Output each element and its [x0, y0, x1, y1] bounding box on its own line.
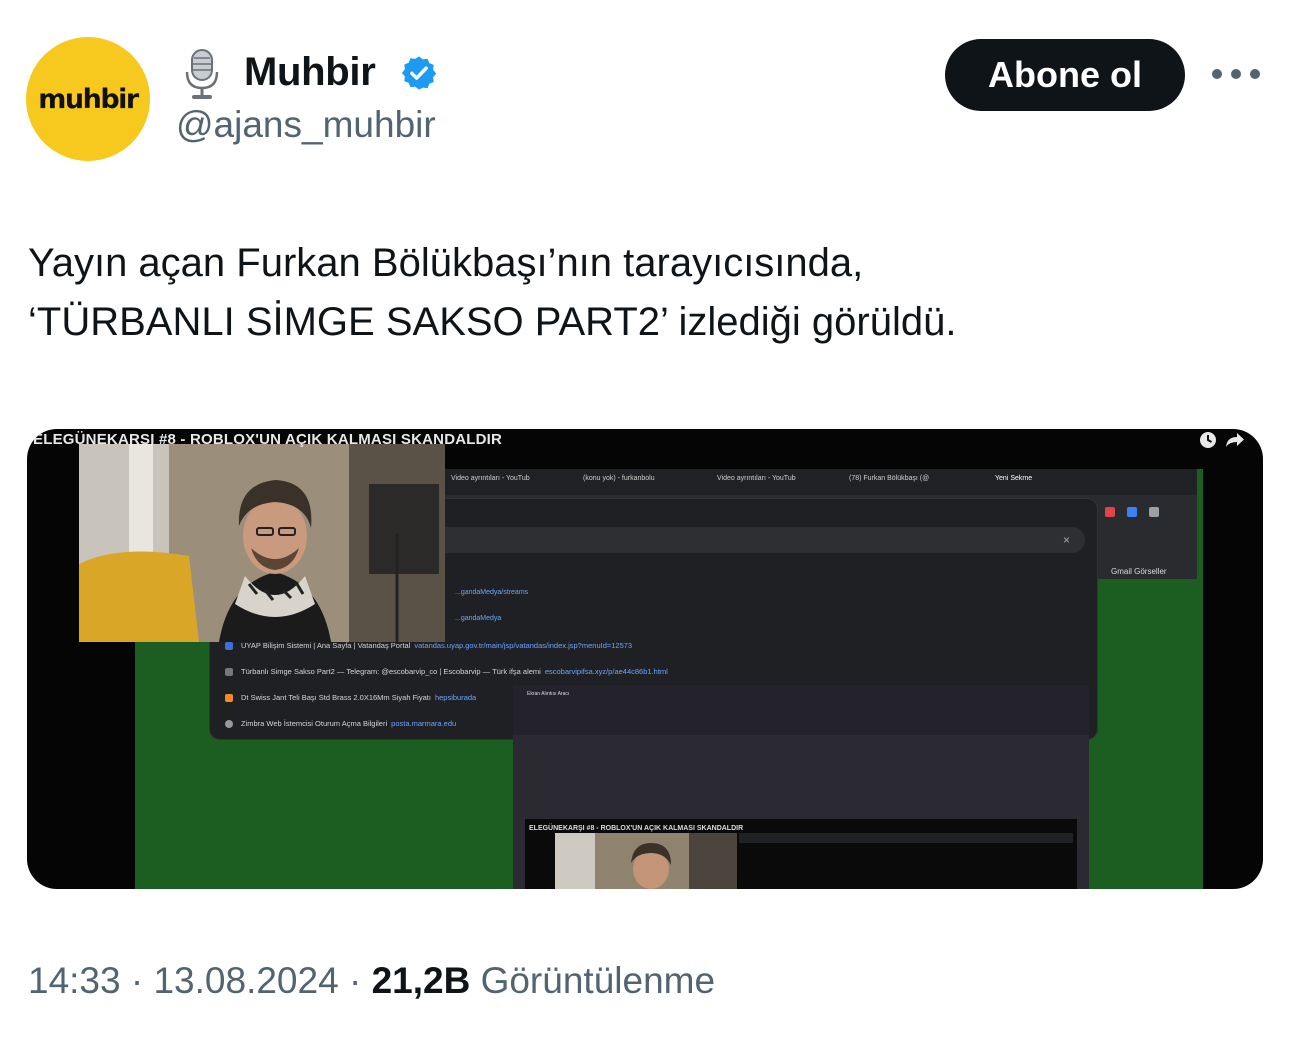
separator: · — [130, 960, 144, 1001]
snipping-tool-window: Ekran Alıntısı Aracı ELEGÜNEKARŞI #8 - R… — [513, 685, 1089, 889]
extension-icon — [1127, 507, 1137, 517]
streamer-webcam-image — [79, 444, 445, 642]
tweet-line-2: ‘TÜRBANLI SİMGE SAKSO PART2’ izlediği gö… — [28, 300, 957, 344]
tweet-text: Yayın açan Furkan Bölükbaşı’nın tarayıcı… — [28, 234, 1248, 352]
views-count: 21,2B — [371, 960, 471, 1001]
browser-tab: Video ayrıntıları - YouTub — [717, 475, 796, 482]
dot — [1231, 69, 1241, 79]
verified-badge-icon — [401, 56, 437, 90]
browser-tab: Video ayrıntıları - YouTub — [451, 475, 530, 482]
tweet-media-video[interactable]: Video ayrıntıları - YouTub (konu yok) - … — [27, 429, 1263, 889]
microphone-icon — [185, 49, 219, 99]
watch-later-icon[interactable] — [1199, 431, 1217, 449]
snipping-tool-toolbar — [513, 685, 1089, 735]
dot — [1250, 69, 1260, 79]
dot — [1212, 69, 1222, 79]
suggestion-url: escobarvipifsa.xyz/p/ae44c86b1.html — [544, 667, 668, 676]
browser-tab: (78) Furkan Bölükbaşı (@ — [849, 475, 930, 482]
suggestion-url: vatandas.uyap.gov.tr/main/jsp/vatandas/i… — [414, 641, 633, 650]
nested-webcam-image — [555, 833, 737, 889]
site-icon — [225, 694, 233, 703]
tweet-line-1: Yayın açan Furkan Bölükbaşı’nın tarayıcı… — [28, 241, 864, 285]
site-icon — [225, 642, 233, 651]
site-icon — [225, 720, 233, 729]
nested-stream-preview: ELEGÜNEKARŞI #8 - ROBLOX'UN AÇIK KALMASI… — [525, 819, 1077, 889]
avatar[interactable]: muhbir — [26, 37, 150, 161]
extension-icon — [1149, 507, 1159, 517]
browser-tab-strip — [437, 469, 1197, 495]
video-title: ELEGÜNEKARŞI #8 - ROBLOX'UN AÇIK KALMASI… — [33, 431, 503, 448]
follow-button[interactable]: Abone ol — [945, 39, 1185, 111]
avatar-logo-text: muhbir — [38, 83, 139, 115]
suggestion-row: UYAP Bilişim Sistemi | Ana Sayfa | Vatan… — [225, 641, 633, 651]
gmail-links: Gmail Görseller — [1111, 567, 1167, 576]
browser-tab: (konu yok) - furkanbolu — [583, 475, 655, 482]
extension-icon — [1105, 507, 1115, 517]
suggestion-url: hepsiburada — [434, 693, 477, 702]
suggestion-title: UYAP Bilişim Sistemi | Ana Sayfa | Vatan… — [241, 641, 411, 650]
tweet-time[interactable]: 14:33 — [28, 960, 121, 1001]
suggestion-title: Zimbra Web İstemcisi Oturum Açma Bilgile… — [241, 719, 388, 728]
nested-browser-strip — [739, 833, 1073, 843]
separator: · — [348, 960, 362, 1001]
suggestion-url: posta.marmara.edu — [391, 719, 457, 728]
share-icon[interactable] — [1225, 431, 1245, 449]
tweet-date[interactable]: 13.08.2024 — [153, 960, 338, 1001]
tweet-metadata: 14:33 · 13.08.2024 · 21,2B Görüntülenme — [28, 960, 715, 1002]
dropdown-link: ...gandaMedya/streams — [455, 589, 529, 596]
nested-video-title: ELEGÜNEKARŞI #8 - ROBLOX'UN AÇIK KALMASI… — [529, 825, 744, 832]
more-options-icon[interactable] — [1212, 60, 1260, 88]
views-label: Görüntülenme — [480, 960, 716, 1001]
webcam-overlay — [79, 444, 445, 642]
suggestion-title: Türbanlı Simge Sakso Part2 — Telegram: @… — [241, 667, 541, 676]
close-icon: × — [1063, 533, 1071, 547]
snipping-tool-title: Ekran Alıntısı Aracı — [527, 691, 570, 697]
suggestion-row: Türbanlı Simge Sakso Part2 — Telegram: @… — [225, 667, 668, 677]
site-icon — [225, 668, 233, 677]
dropdown-link: ...gandaMedya — [455, 615, 502, 622]
suggestion-row: Dt Swiss Jant Teli Başı Std Brass 2.0X16… — [225, 693, 477, 703]
suggestion-row: Zimbra Web İstemcisi Oturum Açma Bilgile… — [225, 719, 457, 729]
user-handle[interactable]: @ajans_muhbir — [176, 104, 436, 146]
browser-tab-active: Yeni Sekme — [995, 475, 1033, 482]
suggestion-title: Dt Swiss Jant Teli Başı Std Brass 2.0X16… — [241, 693, 431, 702]
display-name[interactable]: Muhbir — [244, 50, 376, 95]
